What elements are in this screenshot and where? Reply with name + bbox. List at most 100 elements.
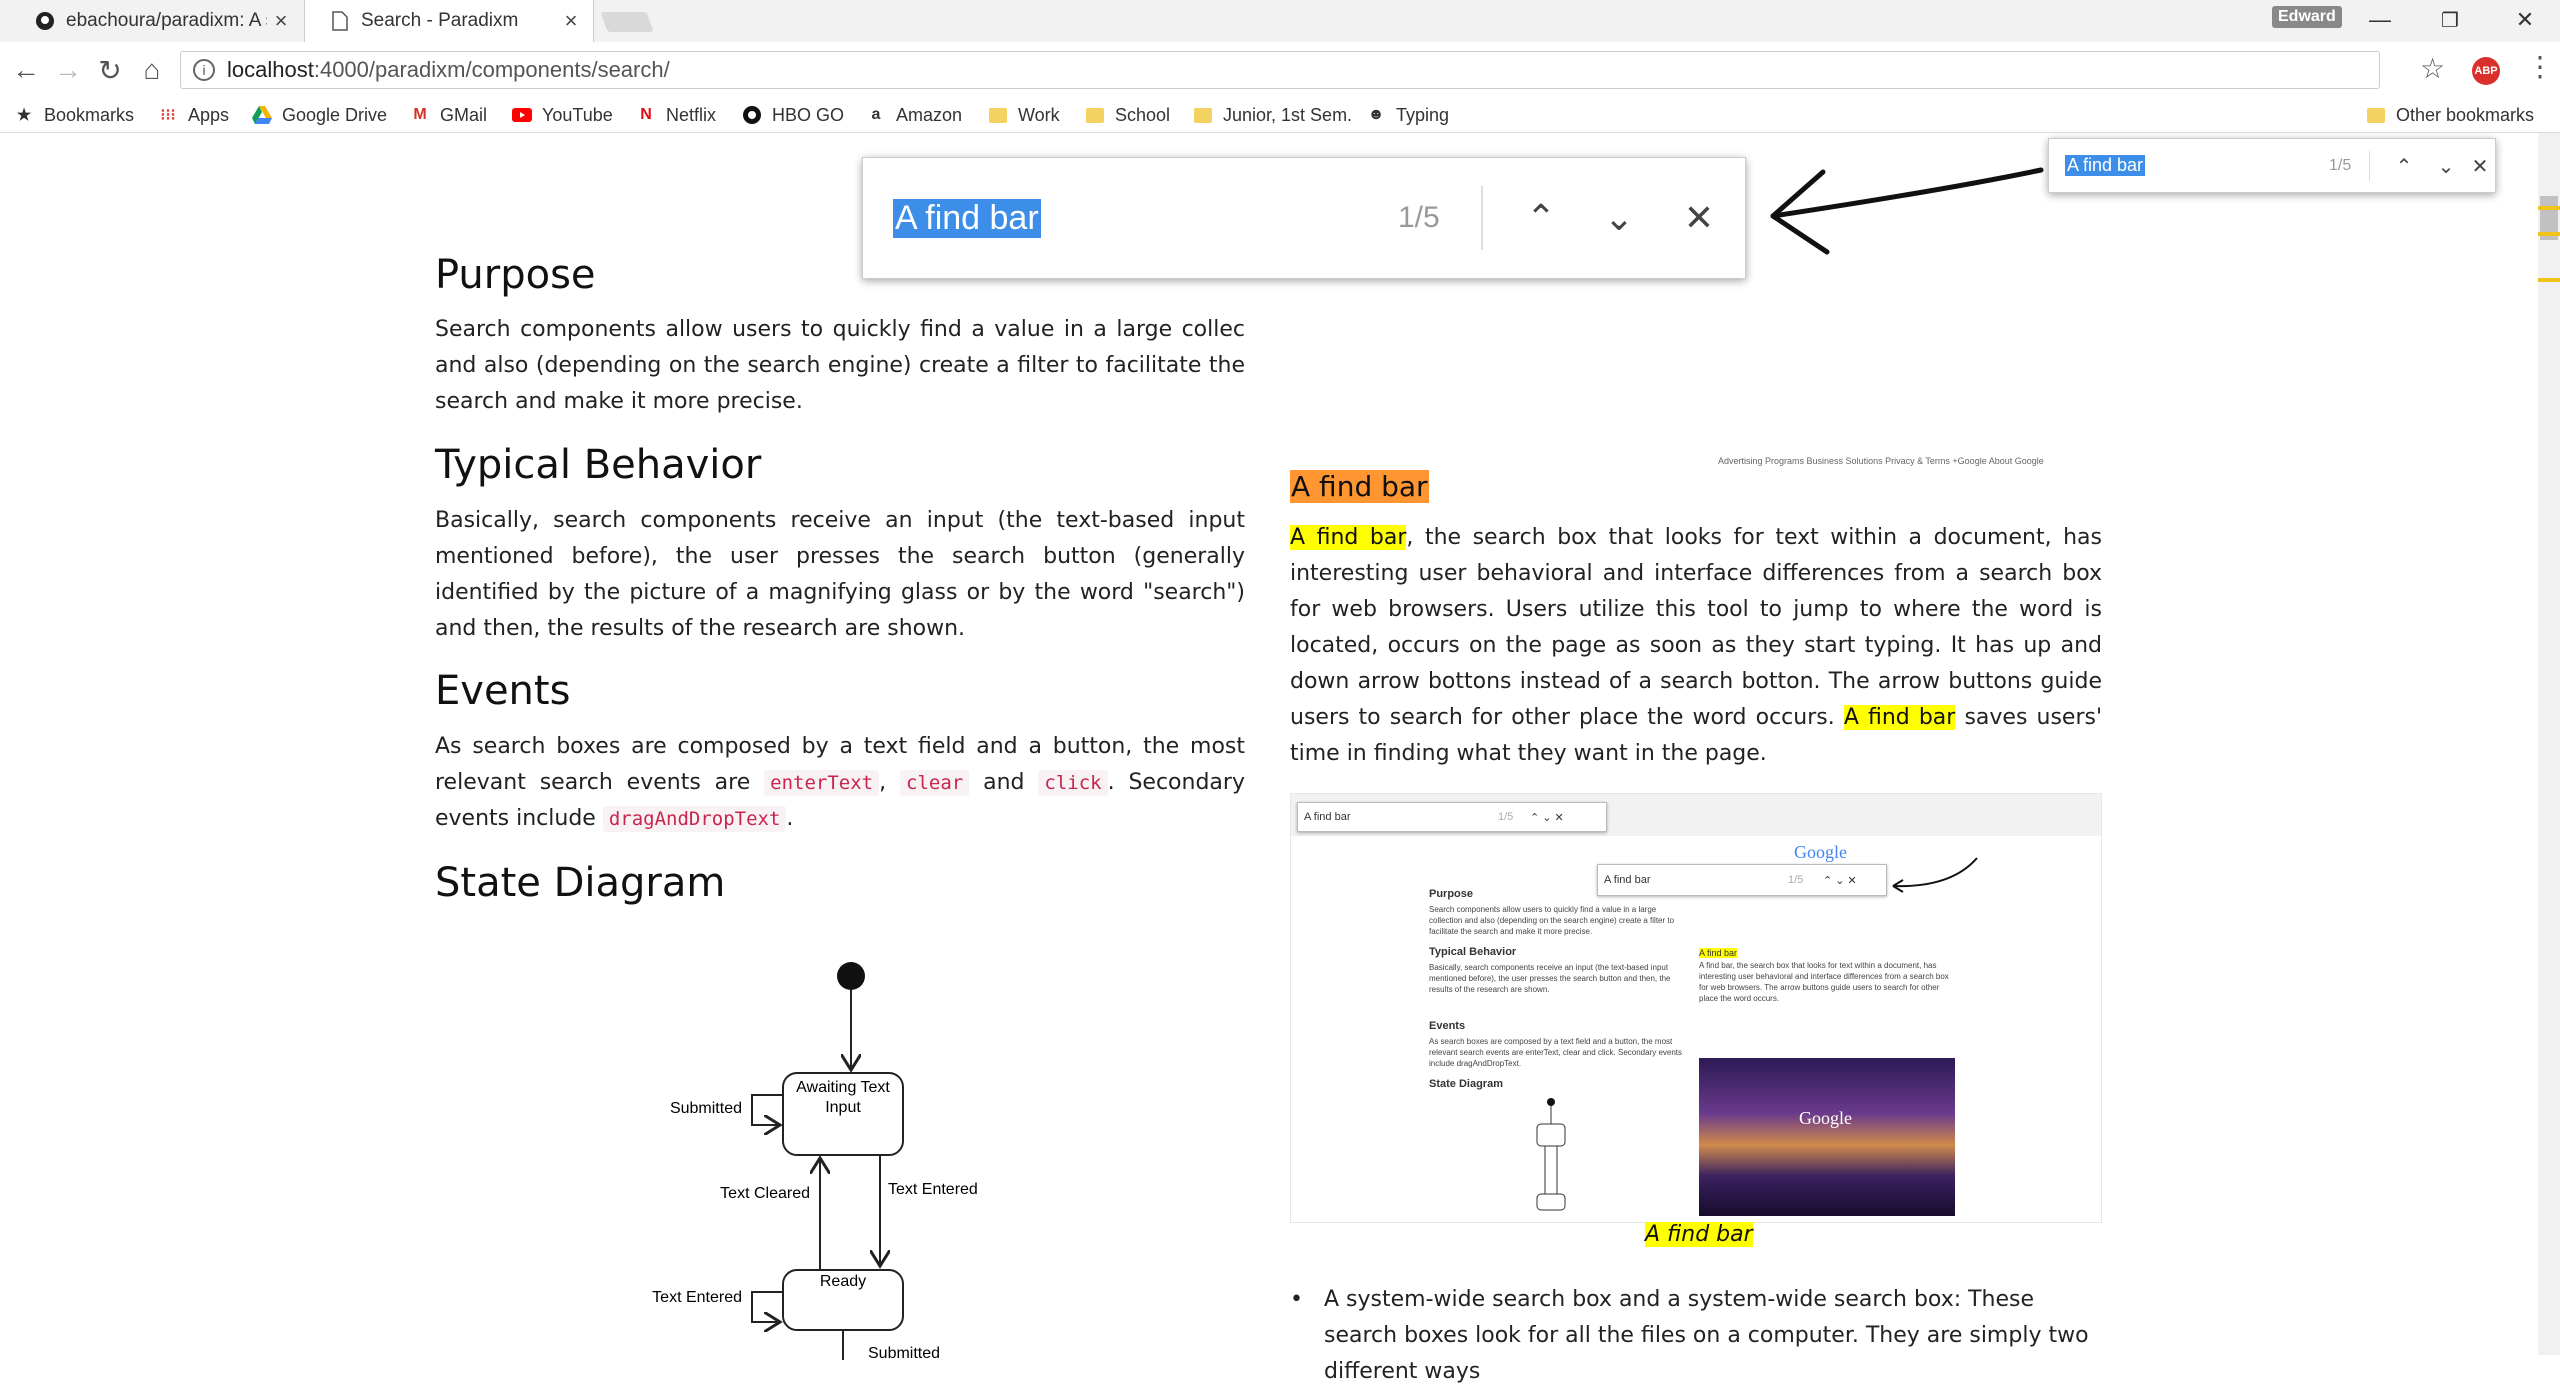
amazon-icon: a <box>871 106 881 123</box>
heading-events: Events <box>435 668 571 714</box>
bookmark-apps[interactable]: ⁝⁝⁝ Apps <box>158 102 229 128</box>
adblock-icon[interactable]: ABP <box>2472 57 2500 85</box>
find-match: A find bar <box>1843 705 1956 730</box>
tab-close-icon[interactable]: × <box>267 8 295 34</box>
thumb-heading: Typical Behavior <box>1429 946 1517 958</box>
tab-search-paradixm[interactable]: Search - Paradixm × <box>304 0 594 42</box>
thumb-heading: State Diagram <box>1429 1078 1503 1090</box>
find-count: 1/5 <box>2329 156 2352 174</box>
bookmark-google-drive[interactable]: Google Drive <box>252 102 387 128</box>
divider <box>1481 186 1483 250</box>
minimize-icon[interactable]: — <box>2345 0 2415 40</box>
code-entertext: enterText <box>764 770 880 796</box>
bullet-icon: • <box>1290 1287 1303 1312</box>
thumb-text: A find bar, the search box that looks fo… <box>1699 961 1949 1003</box>
divider <box>2369 151 2370 181</box>
transition-label: Text Entered <box>652 1289 742 1306</box>
thumb-heading: Events <box>1429 1020 1466 1032</box>
bookmark-bookmarks[interactable]: ★ Bookmarks <box>14 102 134 128</box>
transition-label: Text Cleared <box>720 1185 810 1202</box>
find-input[interactable]: A find bar <box>2065 155 2146 176</box>
find-bar-screenshot: A find bar 1/5 ⌃ ⌄ ✕ A find bar 1/5 ⌃ ⌄ ✕ Go… <box>1290 793 2102 1223</box>
state-label: Ready <box>820 1273 866 1290</box>
find-current-match-heading: A find bar <box>1290 470 1429 503</box>
bookmark-star-icon[interactable]: ☆ <box>2420 52 2445 85</box>
events-text: As search boxes are composed by a text f… <box>435 734 1245 832</box>
restore-icon[interactable]: ❐ <box>2415 0 2485 40</box>
close-icon[interactable]: ✕ <box>2467 153 2493 179</box>
back-icon[interactable]: ← <box>6 50 46 90</box>
star-icon: ★ <box>16 107 32 124</box>
tab-strip: ebachoura/paradixm: A s × Search - Parad… <box>0 0 2560 42</box>
state-label-2: Input <box>825 1099 861 1116</box>
folder-icon <box>2366 105 2386 125</box>
url-path: :4000/paradixm/components/search/ <box>313 57 670 82</box>
bookmark-typing[interactable]: ☻ Typing <box>1366 102 1449 128</box>
behavior-text: Basically, search components receive an … <box>435 508 1245 641</box>
find-bar-description: A find bar, the search box that looks fo… <box>1290 525 2103 766</box>
bookmark-amazon[interactable]: a Amazon <box>866 102 963 128</box>
netflix-icon: N <box>640 106 652 123</box>
state-label: Awaiting Text <box>796 1079 890 1096</box>
thumb-google-logo: Google <box>1794 842 1847 862</box>
google-drive-icon <box>252 105 272 125</box>
bookmark-work[interactable]: Work <box>988 102 1060 128</box>
youtube-icon <box>512 105 532 125</box>
menu-icon[interactable]: ⋮ <box>2526 50 2554 83</box>
reload-icon[interactable]: ↻ <box>90 50 130 90</box>
profile-name[interactable]: Edward <box>2272 6 2342 28</box>
typing-icon: ☻ <box>1367 106 1385 123</box>
annotation-arrow <box>1770 167 2044 255</box>
find-input[interactable]: A find bar <box>893 198 1041 238</box>
bookmark-gmail[interactable]: M GMail <box>410 102 487 128</box>
tab-close-icon[interactable]: × <box>557 8 585 34</box>
close-icon[interactable]: ✕ <box>1677 196 1721 240</box>
find-bar-native[interactable]: A find bar 1/5 ⌃ ⌄ ✕ <box>2048 138 2496 193</box>
google-links: Advertising Programs Business Solutions … <box>1718 456 2044 466</box>
window-close-icon[interactable]: ✕ <box>2490 0 2560 40</box>
info-icon[interactable]: i <box>193 59 215 81</box>
bookmark-other[interactable]: Other bookmarks <box>2366 102 2534 128</box>
thumb-photo: Google <box>1699 1058 1955 1216</box>
bookmark-netflix[interactable]: N Netflix <box>636 102 716 128</box>
find-result-marker <box>2538 278 2560 282</box>
thumb-heading: Purpose <box>1429 888 1474 900</box>
transition-label: Text Entered <box>888 1181 978 1198</box>
thumb-heading: A find bar <box>1699 948 1738 958</box>
tab-title: ebachoura/paradixm: A s <box>66 10 267 31</box>
previous-result-icon[interactable]: ⌃ <box>1519 196 1563 240</box>
transition-label: Submitted <box>868 1345 940 1360</box>
next-result-icon[interactable]: ⌄ <box>1597 196 1641 240</box>
home-icon[interactable]: ⌂ <box>132 50 172 90</box>
github-icon <box>34 10 56 32</box>
forward-icon[interactable]: → <box>48 50 88 90</box>
previous-result-icon[interactable]: ⌃ <box>2391 153 2417 179</box>
address-bar[interactable]: i localhost:4000/paradixm/components/sea… <box>180 51 2380 89</box>
bookmark-junior[interactable]: Junior, 1st Sem. <box>1193 102 1352 128</box>
apps-grid-icon: ⁝⁝⁝ <box>160 107 176 124</box>
thumb-text: Basically, search components receive an … <box>1429 963 1671 994</box>
transition-label: Submitted <box>670 1100 742 1117</box>
thumb-diagram <box>1536 1098 1566 1211</box>
screenshot-caption: A find bar <box>1645 1222 1753 1247</box>
new-tab-button[interactable] <box>600 12 654 32</box>
find-bar-zoomed[interactable]: A find bar 1/5 ⌃ ⌄ ✕ <box>862 157 1746 279</box>
tab-title: Search - Paradixm <box>361 10 519 31</box>
bookmark-school[interactable]: School <box>1085 102 1170 128</box>
bookmark-hbo-go[interactable]: HBO GO <box>742 102 844 128</box>
find-count: 1/5 <box>1398 201 1440 234</box>
next-result-icon[interactable]: ⌄ <box>2433 153 2459 179</box>
bookmarks-bar: ★ Bookmarks ⁝⁝⁝ Apps Google Drive M GMail Y… <box>0 98 2560 133</box>
folder-icon <box>1085 105 1105 125</box>
state-diagram: Awaiting Text Input Submitted Text Clear… <box>652 962 978 1360</box>
thumb-find-bar-2: A find bar 1/5 ⌃ ⌄ ✕ <box>1597 864 1887 896</box>
folder-icon <box>1193 105 1213 125</box>
tab-github[interactable]: ebachoura/paradixm: A s × <box>18 0 303 42</box>
bookmark-youtube[interactable]: YouTube <box>512 102 613 128</box>
page-scrollbar[interactable] <box>2538 133 2560 1355</box>
toolbar: ← → ↻ ⌂ i localhost:4000/paradixm/compon… <box>0 42 2560 98</box>
list-item: • A system-wide search box and a system-… <box>1290 1282 2102 1390</box>
heading-state-diagram: State Diagram <box>435 860 726 906</box>
page-icon <box>329 10 351 32</box>
heading-typical-behavior: Typical Behavior <box>435 442 762 488</box>
